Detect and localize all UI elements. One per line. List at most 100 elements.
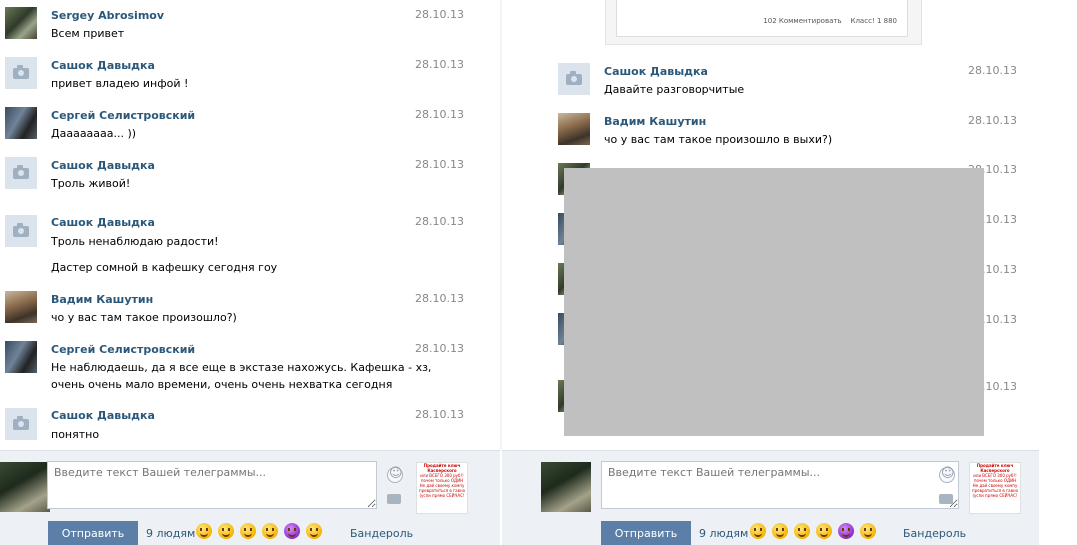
send-button[interactable]: Отправить xyxy=(601,521,691,545)
sender-name[interactable]: Вадим Кашутин xyxy=(51,293,153,306)
message-item: Вадим Кашутин 28.10.13 чо у вас там тако… xyxy=(502,107,1039,157)
redacted-area xyxy=(564,168,984,436)
left-chat-panel: Sergey Abrosimov 28.10.13 Всем привет Са… xyxy=(0,0,500,545)
recipients-link[interactable]: 9 людям xyxy=(146,527,195,540)
parcel-link[interactable]: Бандероль xyxy=(903,527,966,540)
sender-name[interactable]: Сашок Давыдка xyxy=(51,159,155,172)
avatar[interactable] xyxy=(558,113,590,145)
sender-name[interactable]: Сергей Селистровский xyxy=(51,109,195,122)
message-input[interactable] xyxy=(601,461,959,509)
avatar[interactable] xyxy=(558,63,590,95)
avatar[interactable] xyxy=(5,408,37,440)
smile-icon[interactable] xyxy=(240,523,256,539)
ad-text: Продайте ключ Касперского xyxy=(976,463,1014,473)
comments-link[interactable]: 102 Комментировать xyxy=(763,17,841,25)
sender-name[interactable]: Сашок Давыдка xyxy=(51,409,155,422)
sender-name[interactable]: Сашок Давыдка xyxy=(51,216,155,229)
avatar[interactable] xyxy=(5,341,37,373)
camera-icon xyxy=(13,165,29,179)
message-text: очень очень мало времени, очень очень не… xyxy=(51,378,393,391)
smile-icon[interactable] xyxy=(794,523,810,539)
message-date: 28.10.13 xyxy=(415,58,464,71)
message-item: Сергей Селистровский 28.10.13 Даааааааа.… xyxy=(0,100,500,150)
unamused-icon[interactable] xyxy=(816,523,832,539)
message-date: 28.10.13 xyxy=(415,108,464,121)
message-item: Сашок Давыдка 28.10.13 понятно xyxy=(0,401,500,451)
avatar[interactable] xyxy=(5,7,37,39)
own-avatar[interactable] xyxy=(541,462,591,512)
smile-icon[interactable] xyxy=(387,466,403,483)
message-date: 28.10.13 xyxy=(415,158,464,171)
message-item: Сашок Давыдка 28.10.13 Давайте разговорч… xyxy=(502,57,1039,107)
message-text: Троль ненаблюдаю радости! xyxy=(51,235,219,248)
devil-icon[interactable] xyxy=(838,523,854,539)
avatar[interactable] xyxy=(5,107,37,139)
message-item: Сашок Давыдка 28.10.13 привет владею инф… xyxy=(0,50,500,100)
surprised-icon[interactable] xyxy=(306,523,322,539)
ad-text: (успи прямо СЕЙЧАС! xyxy=(419,493,465,498)
laugh-icon[interactable] xyxy=(218,523,234,539)
message-input[interactable] xyxy=(47,461,377,509)
devil-icon[interactable] xyxy=(284,523,300,539)
avatar[interactable] xyxy=(5,57,37,89)
message-text: понятно xyxy=(51,428,100,441)
message-date: 28.10.13 xyxy=(415,8,464,21)
shared-post-card: 102 Комментировать Класс! 1 880 xyxy=(616,0,908,37)
camera-icon xyxy=(13,416,29,430)
sender-name[interactable]: Сашок Давыдка xyxy=(51,59,155,72)
message-date: 28.10.13 xyxy=(968,64,1017,77)
message-item: Сашок Давыдка 28.10.13 Троль ненаблюдаю … xyxy=(0,207,500,282)
recipients-link[interactable]: 9 людям xyxy=(699,527,748,540)
message-text: чо у вас там такое произошло в выхи?) xyxy=(604,133,833,146)
sender-name[interactable]: Вадим Кашутин xyxy=(604,115,706,128)
ad-text: Продайте ключ Касперского xyxy=(423,463,461,473)
camera-icon xyxy=(13,65,29,79)
parcel-link[interactable]: Бандероль xyxy=(350,527,413,540)
likes-link[interactable]: Класс! 1 880 xyxy=(850,17,897,25)
grin-icon[interactable] xyxy=(196,523,212,539)
ad-banner[interactable]: Продайте ключ Касперского или ВСЕГО 300 … xyxy=(969,462,1021,514)
camera-icon[interactable] xyxy=(387,494,401,504)
message-composer: Продайте ключ Касперского или ВСЕГО 300 … xyxy=(502,450,1039,545)
camera-icon xyxy=(13,223,29,237)
page-margin xyxy=(1039,0,1077,545)
message-item: Сашок Давыдка 28.10.13 Троль живой! xyxy=(0,150,500,200)
sender-name[interactable]: Sergey Abrosimov xyxy=(51,9,164,22)
laugh-icon[interactable] xyxy=(772,523,788,539)
sender-name[interactable]: Сашок Давыдка xyxy=(604,65,708,78)
message-date: 28.10.13 xyxy=(415,292,464,305)
ad-banner[interactable]: Продайте ключ Касперского или ВСЕГО 300 … xyxy=(416,462,468,514)
message-date: 28.10.13 xyxy=(968,114,1017,127)
avatar[interactable] xyxy=(5,291,37,323)
message-composer: Продайте ключ Касперского или ВСЕГО 300 … xyxy=(0,450,500,545)
message-text: Дастер сомной в кафешку сегодня гоу xyxy=(51,261,278,274)
sender-name[interactable]: Сергей Селистровский xyxy=(51,343,195,356)
message-text: Троль живой! xyxy=(51,177,131,190)
camera-icon xyxy=(566,71,582,85)
message-text: Не наблюдаешь, да я все еще в экстазе на… xyxy=(51,361,432,374)
message-item: Sergey Abrosimov 28.10.13 Всем привет xyxy=(0,0,500,50)
grin-icon[interactable] xyxy=(750,523,766,539)
unamused-icon[interactable] xyxy=(262,523,278,539)
message-item: Сергей Селистровский 28.10.13 Не наблюда… xyxy=(0,335,500,400)
shared-post-preview[interactable]: 102 Комментировать Класс! 1 880 xyxy=(605,0,922,45)
emoji-bar xyxy=(196,523,326,541)
avatar[interactable] xyxy=(5,157,37,189)
message-text: Всем привет xyxy=(51,27,125,40)
message-text: Давайте разговорчитые xyxy=(604,83,745,96)
message-text: чо у вас там такое произошло?) xyxy=(51,311,237,324)
message-item: Вадим Кашутин 28.10.13 чо у вас там тако… xyxy=(0,285,500,335)
own-avatar[interactable] xyxy=(0,462,50,512)
ad-text: (успи прямо СЕЙЧАС! xyxy=(972,493,1018,498)
surprised-icon[interactable] xyxy=(860,523,876,539)
post-stats: 102 Комментировать Класс! 1 880 xyxy=(763,17,897,25)
camera-icon[interactable] xyxy=(939,494,953,504)
send-button[interactable]: Отправить xyxy=(48,521,138,545)
emoji-bar xyxy=(750,523,880,541)
message-text: привет владею инфой ! xyxy=(51,77,189,90)
avatar[interactable] xyxy=(5,215,37,247)
smile-icon[interactable] xyxy=(939,466,955,483)
message-text: Даааааааа... )) xyxy=(51,127,137,140)
message-date: 28.10.13 xyxy=(415,342,464,355)
message-date: 28.10.13 xyxy=(415,215,464,228)
